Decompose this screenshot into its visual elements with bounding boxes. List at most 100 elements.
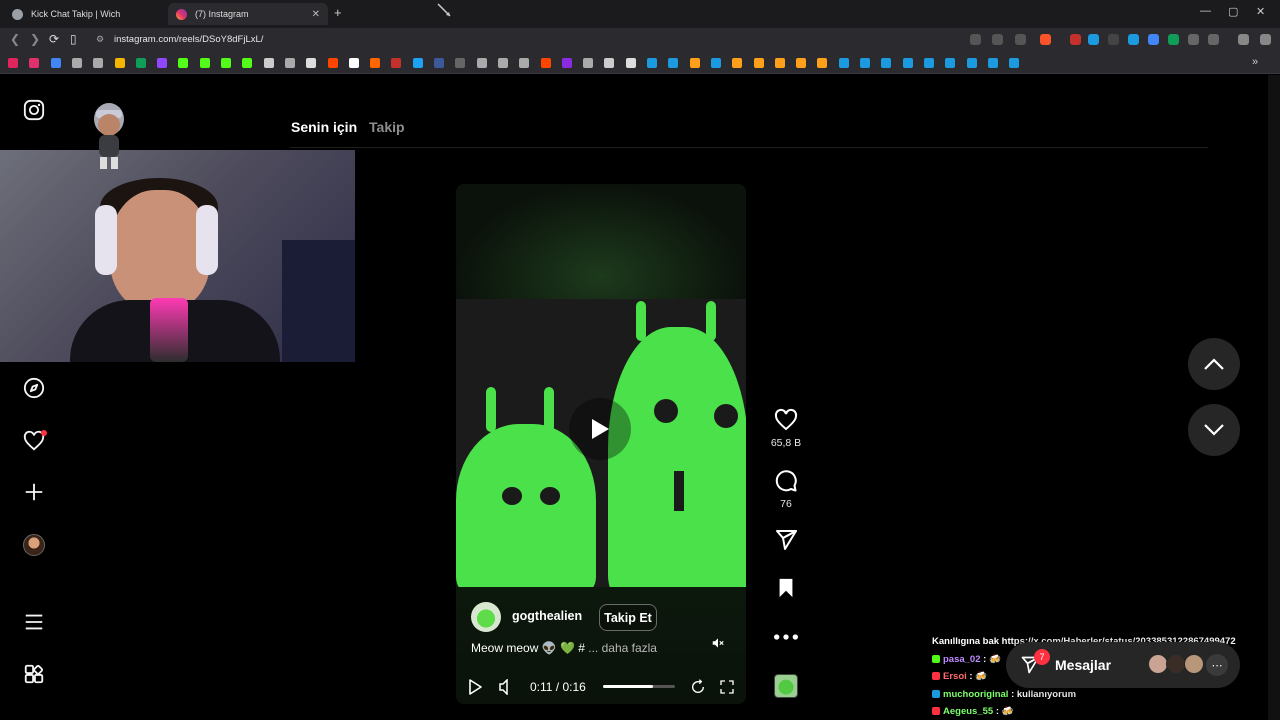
bookmark-icon[interactable] [987, 58, 998, 68]
instagram-logo-icon[interactable] [23, 99, 45, 121]
reel-owner-avatar[interactable] [471, 602, 501, 632]
page-scrollbar[interactable] [1268, 75, 1280, 720]
bookmark-icon[interactable] [327, 58, 338, 68]
tab-instagram[interactable]: (7) Instagram ✕ [168, 3, 328, 25]
explore-icon[interactable] [23, 377, 45, 399]
url-input[interactable]: instagram.com/reels/DSoY8dFjLxL/ [114, 34, 263, 45]
bookmark-icon[interactable] [817, 58, 828, 68]
tab-for-you[interactable]: Senin için [291, 119, 357, 135]
comment-icon[interactable] [770, 469, 802, 493]
like-heart-icon[interactable] [770, 408, 802, 432]
close-window-button[interactable]: ✕ [1256, 5, 1265, 18]
browser-menu-icon[interactable] [1260, 34, 1271, 45]
fullscreen-icon[interactable] [719, 679, 735, 695]
cast-icon[interactable] [970, 34, 981, 45]
tab-kick-chat[interactable]: Kick Chat Takip | Wich [4, 3, 166, 25]
bookmark-icon[interactable] [306, 58, 317, 68]
close-tab-icon[interactable]: ✕ [312, 9, 320, 20]
sidebar-toggle-icon[interactable] [1208, 34, 1219, 45]
more-icon[interactable]: ⋯ [1206, 654, 1228, 676]
follow-button[interactable]: Takip Et [599, 604, 657, 631]
next-reel-button[interactable] [1188, 404, 1240, 456]
playback-progress-bar[interactable] [603, 685, 675, 688]
bookmark-icon[interactable] [50, 58, 61, 68]
bookmark-icon[interactable] [668, 58, 679, 68]
minimize-button[interactable]: — [1200, 5, 1211, 17]
play-icon[interactable] [468, 679, 482, 695]
bookmark-icon[interactable] [732, 58, 743, 68]
bookmark-icon[interactable] [497, 58, 508, 68]
bookmark-icon[interactable] [199, 58, 210, 68]
extensions-puzzle-icon[interactable] [1188, 34, 1199, 45]
bookmark-icon[interactable] [284, 58, 295, 68]
bookmark-icon[interactable] [434, 58, 444, 68]
extension-icon[interactable] [1088, 34, 1099, 45]
bookmark-icon[interactable] [370, 58, 381, 68]
bookmark-icon[interactable] [476, 58, 487, 68]
bookmark-icon[interactable] [561, 58, 572, 68]
bookmark-icon[interactable] [710, 58, 721, 68]
bookmark-icon[interactable] [923, 58, 934, 68]
bookmark-icon[interactable] [348, 58, 359, 68]
bookmark-icon[interactable] [114, 58, 125, 68]
bookmark-icon[interactable] [860, 58, 870, 68]
bookmark-icon[interactable] [135, 58, 146, 68]
replay-icon[interactable] [690, 679, 706, 695]
bookmark-icon[interactable] [796, 58, 807, 68]
bookmark-icon[interactable] [647, 58, 657, 68]
bookmark-icon[interactable] [93, 58, 104, 68]
bookmark-icon[interactable] [753, 58, 764, 68]
bookmark-icon[interactable] [625, 58, 636, 68]
bookmark-icon[interactable] [455, 58, 466, 68]
bookmark-icon[interactable] [945, 58, 956, 68]
bookmark-icon[interactable] [774, 58, 785, 68]
bookmark-icon[interactable] [242, 58, 253, 68]
messages-button[interactable]: 7 Mesajlar ⋯ [1006, 642, 1240, 688]
bookmark-icon[interactable] [412, 58, 423, 68]
bookmark-icon[interactable] [583, 58, 594, 68]
extension-icon[interactable] [1168, 34, 1179, 45]
profile-avatar[interactable] [23, 534, 45, 556]
media-icon[interactable] [1238, 34, 1249, 45]
maximize-button[interactable]: ▢ [1228, 5, 1238, 18]
play-overlay-button[interactable] [569, 398, 631, 460]
share-icon[interactable] [1015, 34, 1026, 45]
reel-audio-thumbnail[interactable] [774, 674, 798, 698]
extension-icon[interactable] [1128, 34, 1139, 45]
caption-more-link[interactable]: ... daha fazla [588, 641, 657, 655]
forward-button[interactable]: ❯ [30, 32, 40, 46]
bookmark-icon[interactable] [604, 58, 615, 68]
create-icon[interactable] [23, 481, 45, 503]
bookmark-icon[interactable] [838, 58, 849, 68]
bookmark-page-icon[interactable]: ▯ [70, 32, 77, 46]
bookmark-icon[interactable] [689, 58, 700, 68]
bookmark-icon[interactable] [519, 58, 530, 68]
new-tab-button[interactable]: + [334, 5, 342, 20]
more-options-icon[interactable] [770, 630, 802, 644]
bookmark-icon[interactable] [178, 58, 189, 68]
bookmark-icon[interactable] [540, 58, 551, 68]
apps-icon[interactable] [23, 663, 45, 685]
bookmark-icon[interactable] [71, 58, 82, 68]
bookmark-icon[interactable] [966, 58, 977, 68]
previous-reel-button[interactable] [1188, 338, 1240, 390]
brave-shield-icon[interactable] [1040, 34, 1051, 45]
extension-icon[interactable] [1070, 34, 1081, 45]
bookmark-icon[interactable] [1009, 58, 1020, 68]
bookmark-icon[interactable] [157, 58, 168, 68]
save-bookmark-icon[interactable] [770, 577, 802, 599]
muted-speaker-icon[interactable] [711, 636, 725, 650]
site-info-icon[interactable]: ⚙ [96, 34, 104, 45]
bookmarks-overflow-icon[interactable]: » [1252, 56, 1258, 68]
bookmark-icon[interactable] [881, 58, 892, 68]
extension-icon[interactable] [1108, 34, 1119, 45]
zoom-icon[interactable] [992, 34, 1003, 45]
bookmark-icon[interactable] [391, 58, 402, 68]
share-send-icon[interactable] [770, 528, 802, 552]
reload-button[interactable]: ⟳ [49, 32, 59, 46]
bookmark-icon[interactable] [902, 58, 913, 68]
bookmark-icon[interactable] [221, 58, 231, 68]
menu-icon[interactable] [23, 611, 45, 633]
extension-icon[interactable] [1148, 34, 1159, 45]
back-button[interactable]: ❮ [10, 32, 20, 46]
